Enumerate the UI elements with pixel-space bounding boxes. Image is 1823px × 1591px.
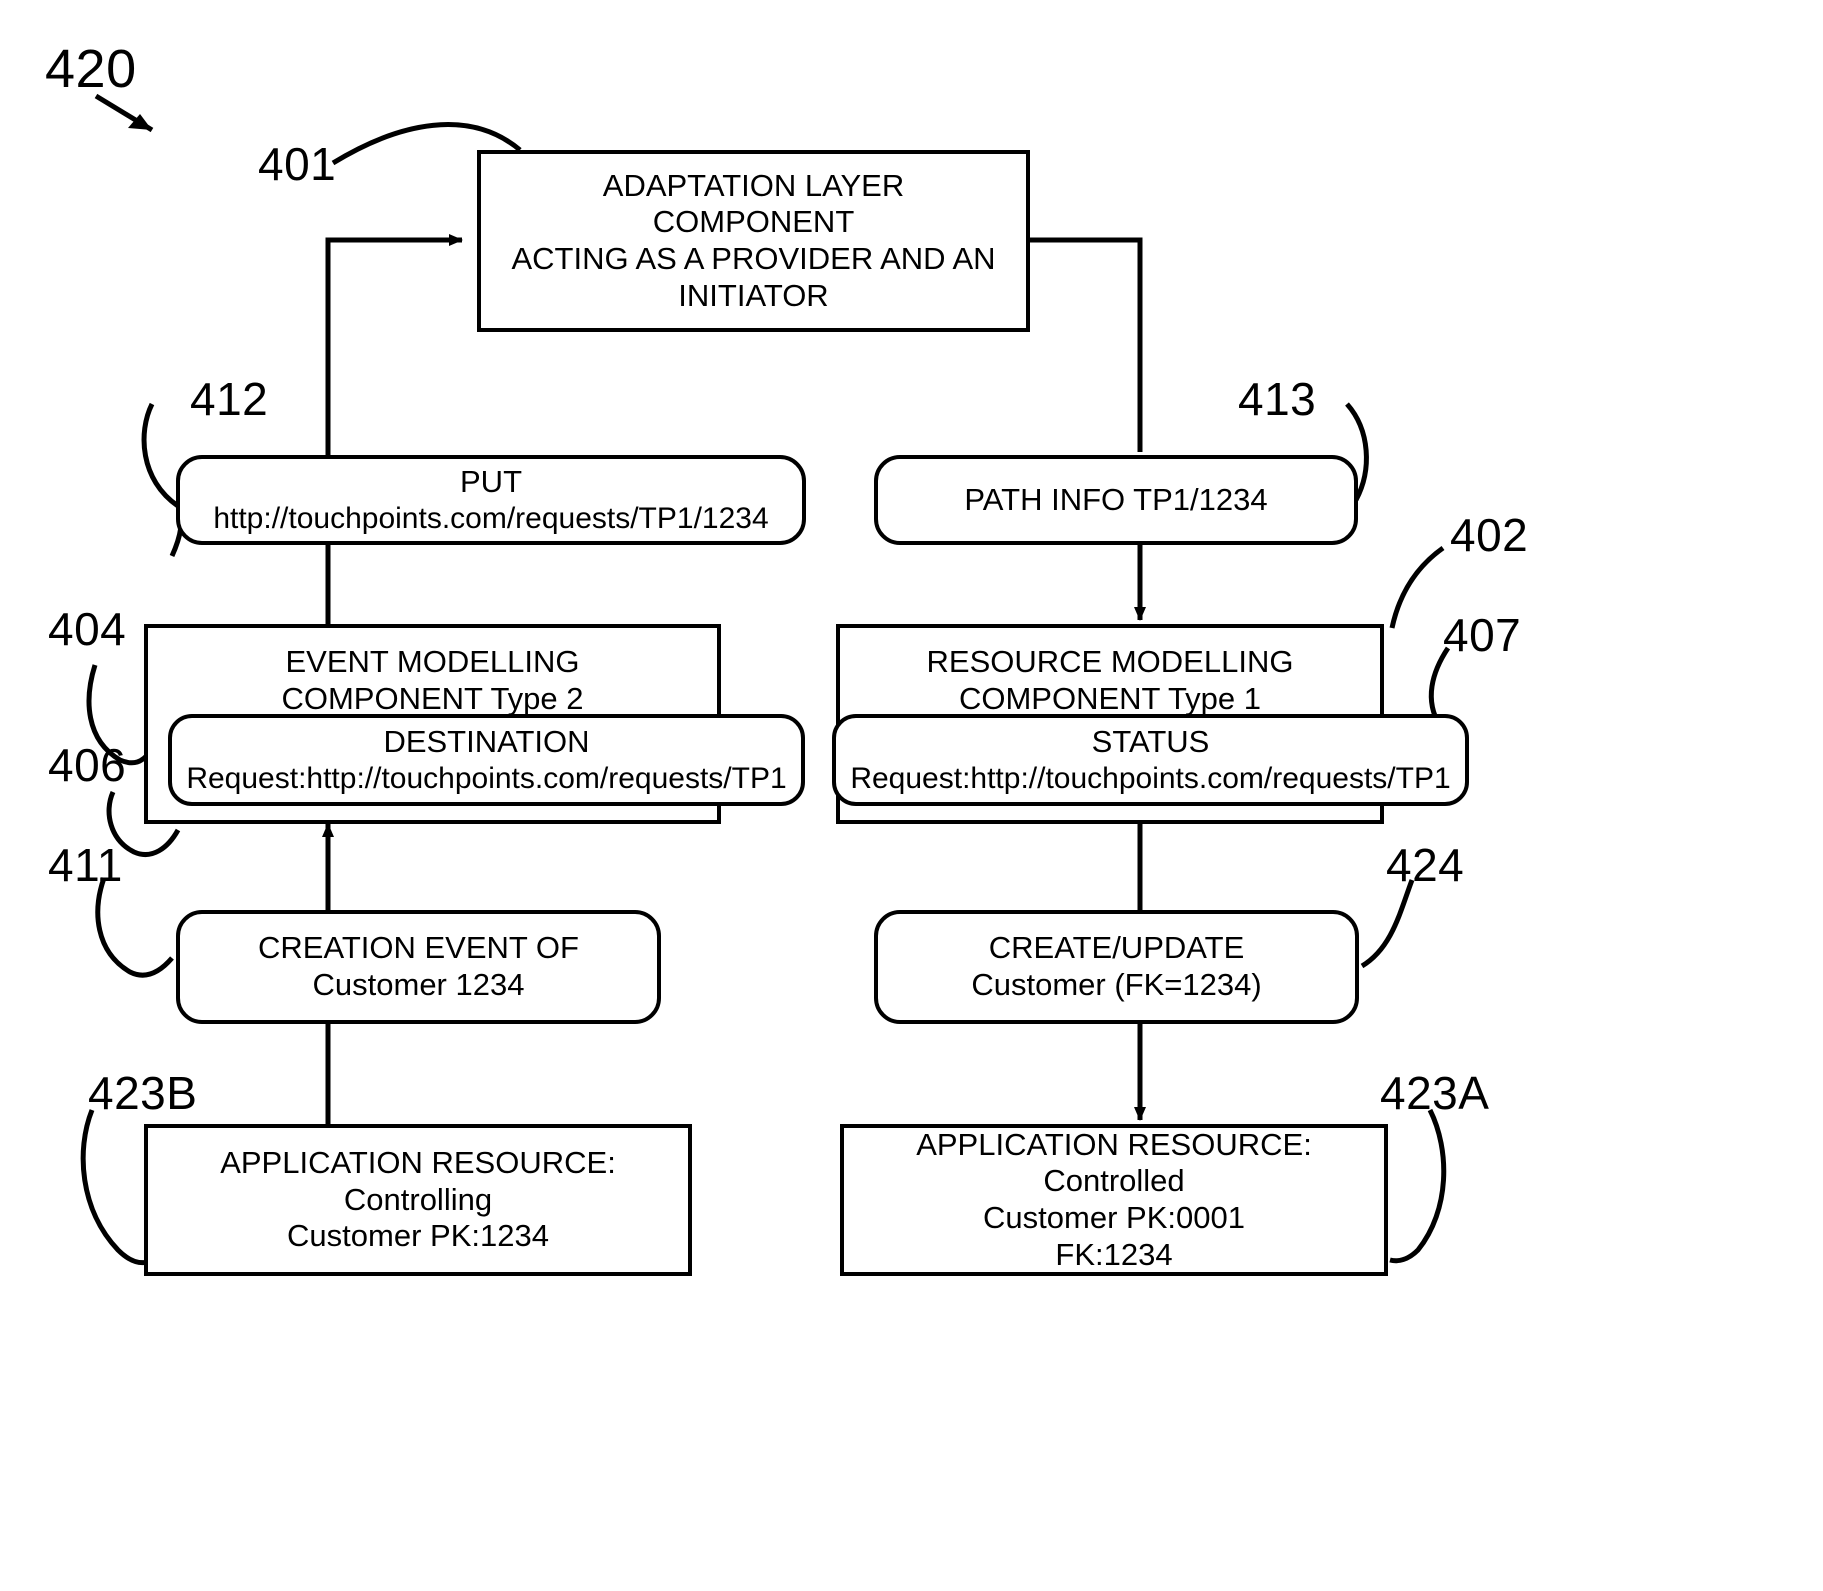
app-res-left-line-1: APPLICATION RESOURCE: (220, 1145, 616, 1181)
adaptation-line-1: ADAPTATION LAYER (602, 167, 905, 203)
adaptation-line-4: INITIATOR (678, 277, 829, 313)
create-update-line-2: Customer (FK=1234) (971, 967, 1262, 1002)
event-modelling-line-2: COMPONENT Type 2 (281, 680, 584, 716)
ref-number-424: 424 (1386, 839, 1465, 891)
status-line-2: Request:http://touchpoints.com/requests/… (850, 761, 1451, 795)
app-res-left-line-2: Controlling (343, 1181, 493, 1217)
adaptation-line-3: ACTING AS A PROVIDER AND AN (511, 241, 996, 276)
put-line-2: http://touchpoints.com/requests/TP1/1234 (213, 501, 769, 535)
leader-423a (1389, 1108, 1447, 1264)
node-path-info: PATH INFO TP1/1234 (874, 455, 1358, 545)
node-adaptation-layer-component: ADAPTATION LAYER COMPONENT ACTING AS A P… (477, 150, 1030, 332)
node-status: STATUS Request:http://touchpoints.com/re… (832, 714, 1469, 806)
ref-number-423a: 423A (1380, 1067, 1490, 1119)
create-update-line-1: CREATE/UPDATE (988, 930, 1245, 966)
leader-411 (95, 877, 174, 978)
node-put-request: PUT http://touchpoints.com/requests/TP1/… (176, 455, 806, 545)
ref-number-411: 411 (48, 839, 123, 891)
fig-420-leader (94, 93, 154, 133)
ref-number-420: 420 (45, 39, 137, 99)
creation-event-line-2: Customer 1234 (312, 967, 525, 1002)
ref-number-404: 404 (48, 603, 127, 655)
leader-402 (1389, 545, 1445, 629)
ref-number-413: 413 (1238, 373, 1317, 425)
ref-number-423b: 423B (88, 1067, 198, 1119)
app-res-right-line-2: Controlled (1043, 1163, 1185, 1199)
node-application-resource-controlling: APPLICATION RESOURCE: Controlling Custom… (144, 1124, 692, 1276)
ref-number-406: 406 (48, 739, 127, 791)
node-creation-event: CREATION EVENT OF Customer 1234 (176, 910, 661, 1024)
event-modelling-line-1: EVENT MODELLING (285, 644, 580, 679)
node-destination: DESTINATION Request:http://touchpoints.c… (168, 714, 805, 806)
creation-event-line-1: CREATION EVENT OF (258, 930, 579, 966)
leader-424 (1360, 879, 1415, 969)
destination-line-1: DESTINATION (383, 724, 590, 760)
destination-line-2: Request:http://touchpoints.com/requests/… (186, 761, 787, 795)
flow-adaptation-to-pathinfo (1030, 237, 1143, 452)
status-line-1: STATUS (1091, 724, 1210, 760)
adaptation-line-2: COMPONENT (652, 204, 855, 240)
path-info-line-1: PATH INFO TP1/1234 (964, 481, 1268, 517)
node-create-update: CREATE/UPDATE Customer (FK=1234) (874, 910, 1359, 1024)
leader-423b (80, 1109, 149, 1266)
node-application-resource-controlled: APPLICATION RESOURCE: Controlled Custome… (840, 1124, 1388, 1276)
app-res-right-line-4: FK:1234 (1055, 1236, 1173, 1272)
ref-number-412: 412 (190, 373, 269, 425)
put-line-1: PUT (460, 464, 522, 500)
patent-figure-420: 420 401 412 413 402 407 404 406 411 424 … (0, 0, 1823, 1591)
resource-modelling-line-2: COMPONENT Type 1 (958, 680, 1262, 716)
ref-number-402: 402 (1450, 509, 1529, 561)
app-res-left-line-3: Customer PK:1234 (287, 1218, 549, 1254)
app-res-right-line-1: APPLICATION RESOURCE: (916, 1126, 1312, 1162)
ref-number-401: 401 (258, 138, 337, 190)
resource-modelling-line-1: RESOURCE MODELLING (926, 644, 1294, 679)
ref-number-407: 407 (1443, 609, 1522, 661)
app-res-right-line-3: Customer PK:0001 (983, 1200, 1245, 1235)
